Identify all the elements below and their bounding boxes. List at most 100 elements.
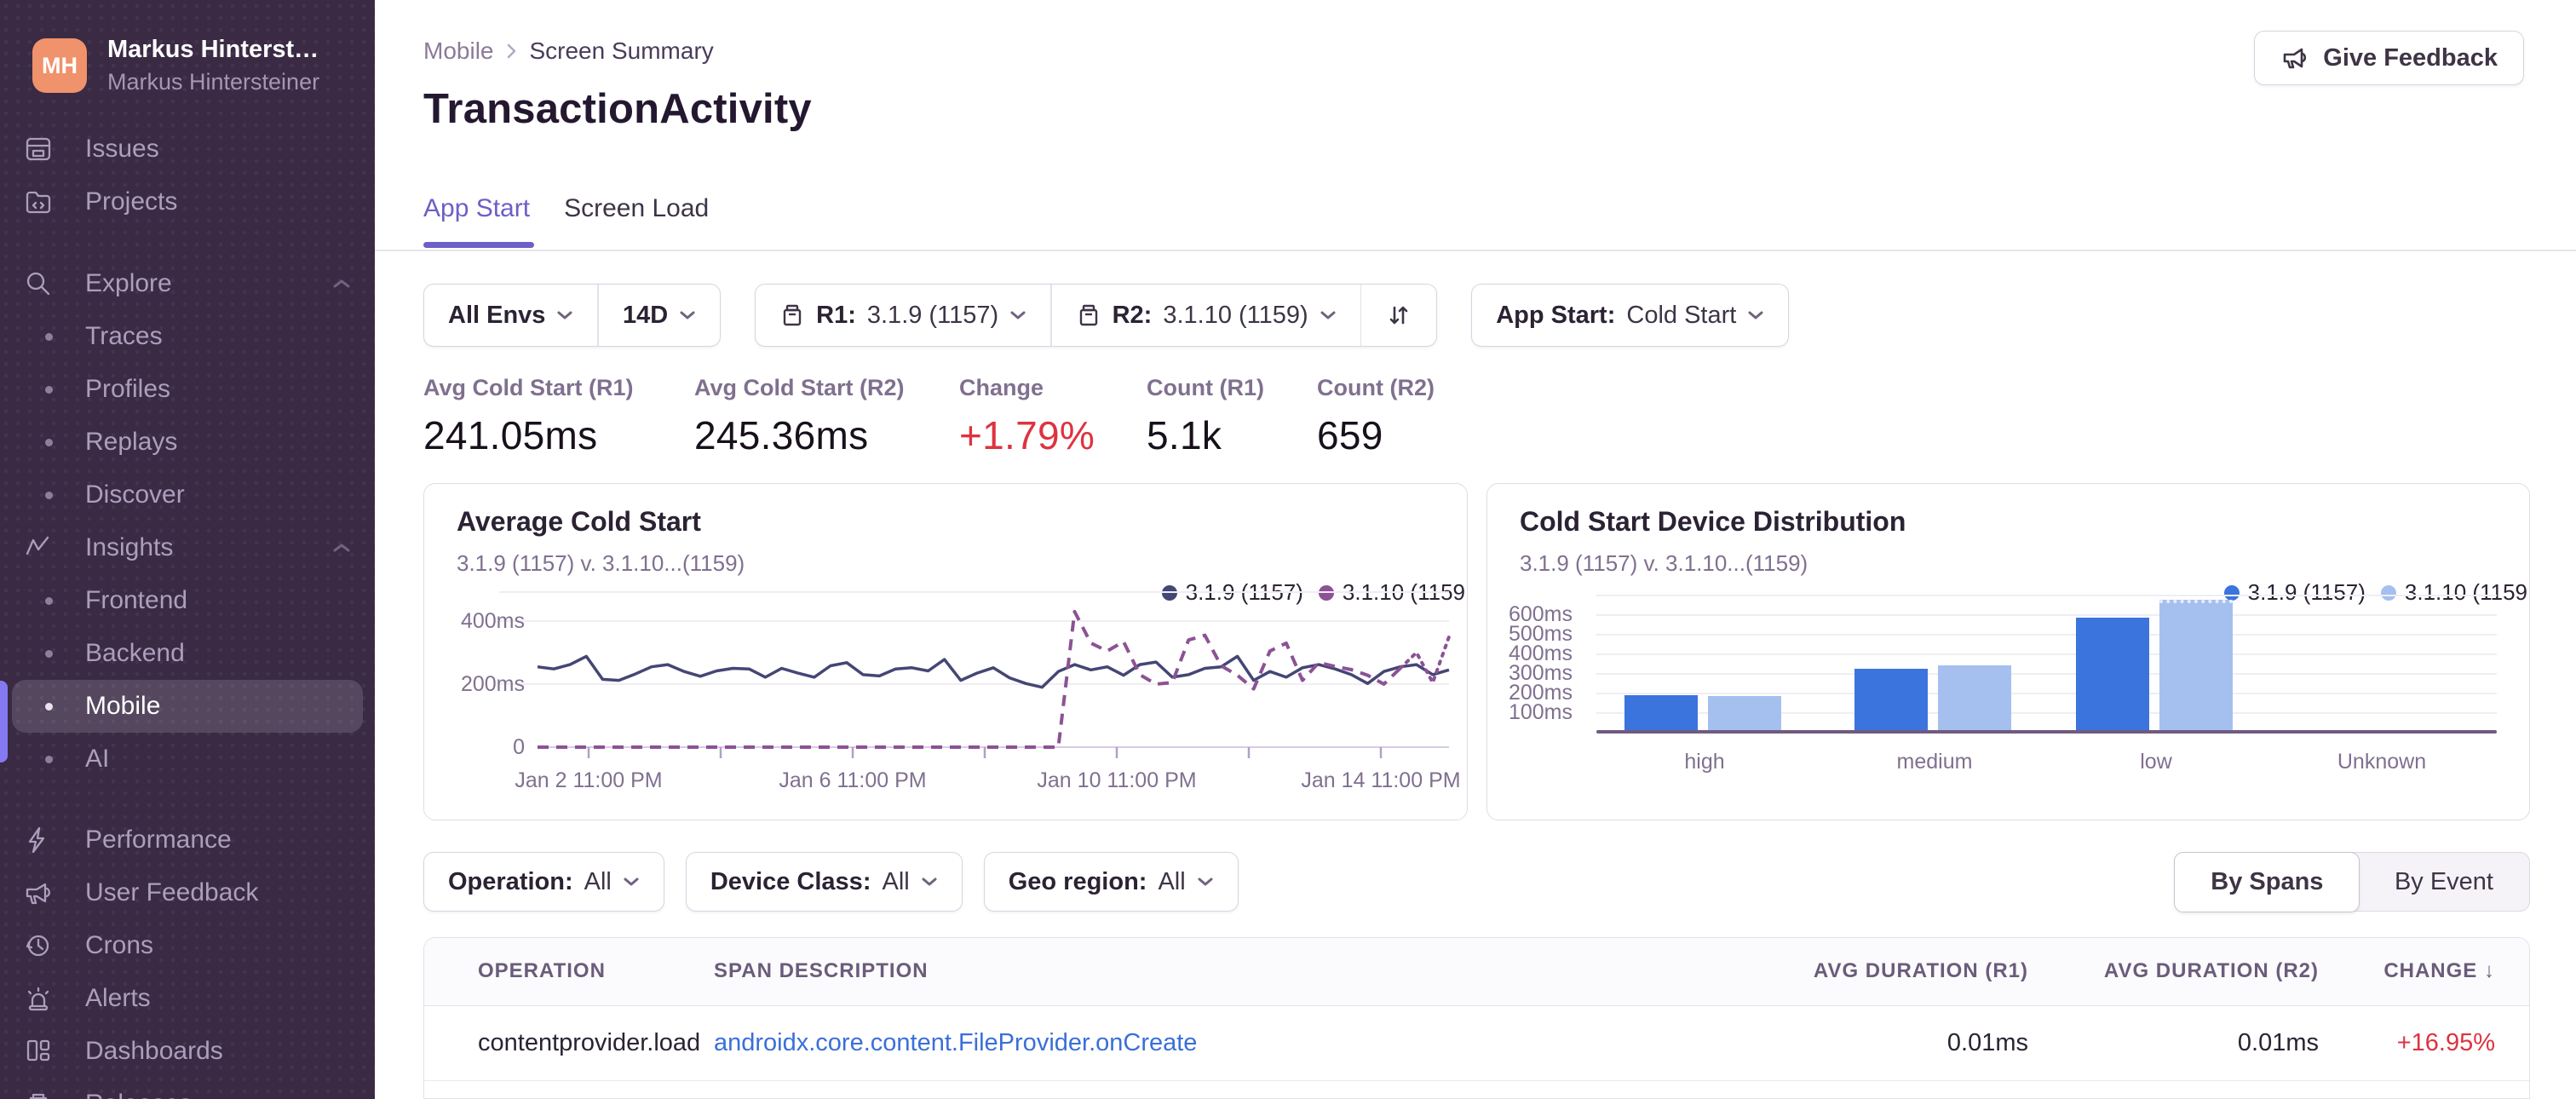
sidebar-item-releases[interactable]: Releases [12, 1078, 363, 1099]
bar-high-r2[interactable] [1708, 696, 1781, 730]
sidebar-item-crons[interactable]: Crons [12, 919, 363, 972]
main-content: Mobile Screen Summary Give Feedback Tran… [375, 0, 2576, 1099]
cell-change: +16.95% [2319, 1005, 2529, 1081]
sidebar-item-frontend[interactable]: Frontend [12, 574, 363, 627]
avatar[interactable]: MH [32, 38, 87, 93]
bar-medium-r2[interactable] [1938, 665, 2011, 730]
filter-bar: All Envs 14D R1: 3.1.9 (1157) R2: 3.1.10… [423, 284, 1790, 347]
y-tick-label: 100ms [1508, 700, 1573, 724]
active-tab-underline [423, 242, 534, 248]
sidebar-item-mobile[interactable]: Mobile [12, 680, 363, 733]
sidebar-item-issues[interactable]: Issues [12, 123, 363, 175]
swap-releases-button[interactable] [1361, 285, 1436, 346]
col-avg-duration-r1[interactable]: Avg duration (R1) [1722, 938, 2028, 1006]
bullet-icon [24, 385, 73, 394]
performance-icon [24, 826, 73, 854]
chart-subtitle: 3.1.9 (1157) v. 3.1.10...(1159) [1520, 550, 1808, 576]
bar-low-r2[interactable] [2159, 600, 2233, 730]
toggle-by-event[interactable]: By Event [2359, 853, 2529, 911]
spans-table: Operation Span Description Avg duration … [423, 937, 2530, 1099]
megaphone-icon [24, 878, 73, 907]
tab-screen-load[interactable]: Screen Load [564, 194, 709, 223]
stat-avg-cold-start-r1: Avg Cold Start (R1) 241.05ms [423, 375, 634, 457]
megaphone-icon [2283, 48, 2307, 69]
table-row[interactable]: contentprovider.load androidx.core.conte… [424, 1005, 2529, 1081]
breadcrumb: Mobile Screen Summary [423, 37, 714, 65]
average-cold-start-card: Average Cold Start 3.1.9 (1157) v. 3.1.1… [423, 483, 1468, 820]
sidebar-group-explore[interactable]: Explore [12, 257, 363, 310]
user-org: Markus Hintersteiner [107, 69, 320, 95]
release-2-selector[interactable]: R2: 3.1.10 (1159) [1052, 285, 1360, 346]
sidebar-item-replays[interactable]: Replays [12, 416, 363, 469]
col-operation[interactable]: Operation [424, 938, 714, 1006]
date-range-filter[interactable]: 14D [599, 285, 720, 346]
release-compare-group: R1: 3.1.9 (1157) R2: 3.1.10 (1159) [755, 284, 1438, 347]
span-filter-bar: Operation: All Device Class: All Geo reg… [423, 852, 1239, 912]
sort-desc-icon: ↓ [2484, 959, 2495, 983]
bar-low-r1[interactable] [2076, 618, 2149, 730]
table-row[interactable] [424, 1080, 2529, 1098]
x-axis-line [1596, 730, 2497, 734]
sidebar-item-backend[interactable]: Backend [12, 627, 363, 680]
chevron-down-icon [1198, 877, 1213, 886]
env-date-filter-group: All Envs 14D [423, 284, 722, 347]
sidebar-item-traces[interactable]: Traces [12, 310, 363, 363]
geo-region-filter[interactable]: Geo region: All [983, 852, 1239, 912]
tab-app-start[interactable]: App Start [423, 194, 530, 223]
device-class-filter[interactable]: Device Class: All [685, 852, 963, 912]
dashboards-icon [24, 1037, 73, 1066]
cell-avg-duration-r1: 0.01ms [1722, 1005, 2028, 1081]
sidebar-item-dashboards[interactable]: Dashboards [12, 1025, 363, 1078]
x-category-label: medium [1896, 750, 1973, 774]
breadcrumb-mobile[interactable]: Mobile [423, 37, 493, 65]
x-category-label: high [1684, 750, 1725, 774]
cell-operation: contentprovider.load [424, 1005, 714, 1081]
col-change[interactable]: Change ↓ [2319, 938, 2529, 1006]
x-tick-label: Jan 2 11:00 PM [515, 768, 663, 792]
tabs-divider [375, 250, 2576, 251]
bullet-icon [24, 491, 73, 499]
operation-filter[interactable]: Operation: All [423, 852, 664, 912]
environment-filter[interactable]: All Envs [424, 285, 597, 346]
col-span-description[interactable]: Span Description [714, 938, 1722, 1006]
col-avg-duration-r2[interactable]: Avg duration (R2) [2028, 938, 2319, 1006]
bar-medium-r1[interactable] [1854, 669, 1928, 730]
sidebar-item-performance[interactable]: Performance [12, 814, 363, 866]
sidebar-group-insights[interactable]: Insights [12, 521, 363, 574]
chevron-down-icon [922, 877, 937, 886]
chevron-down-icon [624, 877, 639, 886]
y-tick-label: 200ms [460, 672, 525, 696]
sidebar-item-projects[interactable]: Projects [12, 175, 363, 228]
page-title: TransactionActivity [423, 86, 812, 132]
x-tick-label: Jan 6 11:00 PM [779, 768, 927, 792]
stat-count-r1: Count (R1) 5.1k [1147, 375, 1264, 457]
cold-start-device-distribution-card: Cold Start Device Distribution 3.1.9 (11… [1486, 483, 2530, 820]
toggle-by-spans[interactable]: By Spans [2174, 851, 2360, 912]
collapse-chevron-icon[interactable] [332, 278, 351, 290]
release-1-selector[interactable]: R1: 3.1.9 (1157) [756, 285, 1050, 346]
stats-row: Avg Cold Start (R1) 241.05ms Avg Cold St… [423, 375, 1435, 458]
org-switcher[interactable]: MH Markus Hinterst… Markus Hintersteiner [0, 0, 375, 95]
sidebar-item-discover[interactable]: Discover [12, 469, 363, 521]
bar-high-r1[interactable] [1624, 695, 1698, 730]
chevron-down-icon [1748, 311, 1763, 319]
bullet-icon [24, 649, 73, 658]
bar-chart[interactable] [1596, 593, 2497, 730]
span-description-link[interactable]: androidx.core.content.FileProvider.onCre… [714, 1029, 1197, 1056]
stat-count-r2: Count (R2) 659 [1317, 375, 1435, 457]
app-start-type-filter[interactable]: App Start: Cold Start [1472, 285, 1788, 346]
chart-title: Cold Start Device Distribution [1520, 506, 1906, 537]
sidebar-item-profiles[interactable]: Profiles [12, 363, 363, 416]
sidebar-item-user-feedback[interactable]: User Feedback [12, 866, 363, 919]
y-tick-label: 400ms [460, 609, 525, 633]
give-feedback-button[interactable]: Give Feedback [2254, 31, 2524, 85]
sidebar-item-ai[interactable]: AI [12, 733, 363, 785]
app-start-type-group: App Start: Cold Start [1471, 284, 1790, 347]
bullet-icon [24, 438, 73, 446]
bullet-icon [24, 702, 73, 711]
issues-icon [24, 135, 73, 164]
collapse-chevron-icon[interactable] [332, 542, 351, 554]
breadcrumb-screen-summary: Screen Summary [529, 37, 714, 64]
sidebar-item-alerts[interactable]: Alerts [12, 972, 363, 1025]
sidebar-item-label: Issues [85, 135, 159, 163]
